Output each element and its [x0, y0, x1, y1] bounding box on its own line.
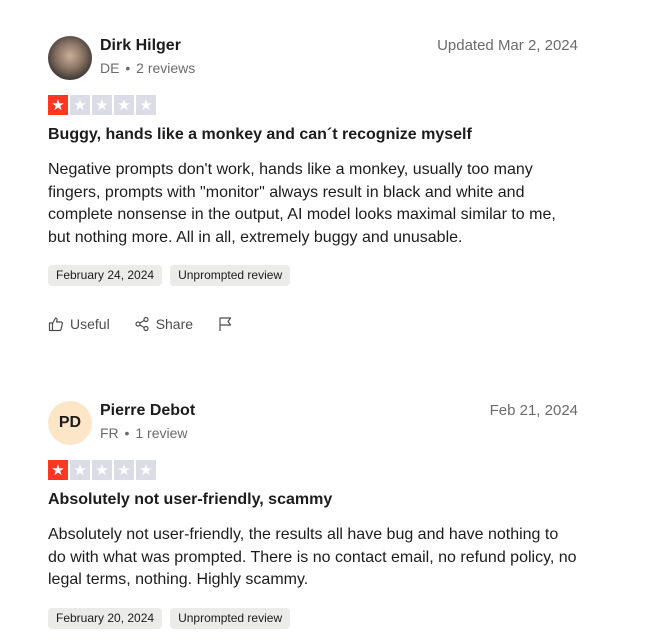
reviewer-review-count: 2 reviews	[136, 60, 196, 76]
star-icon: ★	[136, 95, 156, 115]
star-icon: ★	[136, 460, 156, 480]
review-actions: Useful Share	[48, 316, 578, 332]
useful-button[interactable]: Useful	[48, 316, 110, 332]
star-icon: ★	[114, 95, 134, 115]
meta-separator: •	[121, 60, 135, 76]
reviewer-meta: FR • 1 review	[100, 425, 188, 441]
unprompted-review-badge: Unprompted review	[170, 607, 291, 629]
flag-icon	[219, 317, 232, 331]
star-icon: ★	[114, 460, 134, 480]
reviewer-country: FR	[100, 425, 119, 441]
review-body: Negative prompts don't work, hands like …	[48, 161, 556, 246]
review-title[interactable]: Absolutely not user-friendly, scammy	[48, 491, 578, 509]
review-title[interactable]: Buggy, hands like a monkey and can´t rec…	[48, 126, 578, 144]
star-icon: ★	[92, 95, 112, 115]
experience-date-badge: February 24, 2024	[48, 265, 163, 286]
share-label: Share	[155, 316, 194, 332]
unprompted-review-badge: Unprompted review	[170, 265, 291, 286]
star-icon: ★	[48, 460, 68, 480]
review-tags: February 20, 2024 Unprompted review	[48, 607, 578, 629]
review-body: Absolutely not user-friendly, the result…	[48, 526, 577, 588]
meta-separator: •	[120, 425, 134, 441]
review-date: Feb 21, 2024	[489, 402, 578, 419]
experience-date-badge: February 20, 2024	[48, 607, 163, 629]
review-card: Dirk Hilger DE • 2 reviews Updated Mar 2…	[48, 36, 578, 332]
avatar[interactable]: PD	[48, 401, 92, 445]
star-icon: ★	[48, 95, 68, 115]
thumbs-up-icon	[48, 317, 63, 332]
star-icon: ★	[70, 95, 90, 115]
star-rating: ★ ★ ★ ★ ★	[48, 460, 578, 480]
reviewer-country: DE	[100, 60, 120, 76]
star-icon: ★	[70, 460, 90, 480]
star-rating: ★ ★ ★ ★ ★	[48, 95, 578, 115]
reviewer-review-count: 1 review	[135, 425, 188, 441]
review-tags: February 24, 2024 Unprompted review	[48, 265, 578, 286]
share-button[interactable]: Share	[134, 316, 193, 332]
star-icon: ★	[92, 460, 112, 480]
avatar[interactable]	[48, 36, 92, 80]
review-date: Updated Mar 2, 2024	[437, 37, 578, 54]
review-header: Dirk Hilger DE • 2 reviews Updated Mar 2…	[48, 36, 578, 80]
useful-label: Useful	[70, 316, 110, 332]
reviewer-name[interactable]: Dirk Hilger	[100, 37, 181, 55]
report-button[interactable]	[217, 316, 233, 332]
reviewer-meta: DE • 2 reviews	[100, 60, 195, 76]
share-icon	[135, 316, 149, 332]
reviewer-name[interactable]: Pierre Debot	[100, 402, 195, 420]
review-header: PD Pierre Debot FR • 1 review Feb 21, 20…	[48, 401, 578, 445]
review-card: PD Pierre Debot FR • 1 review Feb 21, 20…	[48, 401, 578, 629]
